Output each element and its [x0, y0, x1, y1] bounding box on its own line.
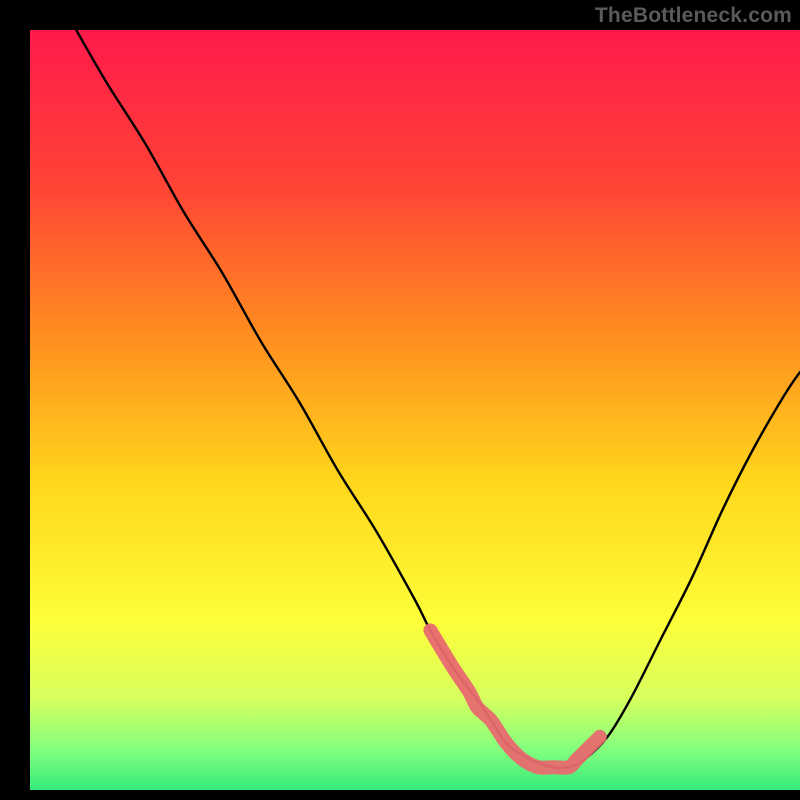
bottleneck-chart [0, 0, 800, 800]
watermark-text: TheBottleneck.com [595, 4, 792, 28]
chart-container: TheBottleneck.com [0, 0, 800, 800]
